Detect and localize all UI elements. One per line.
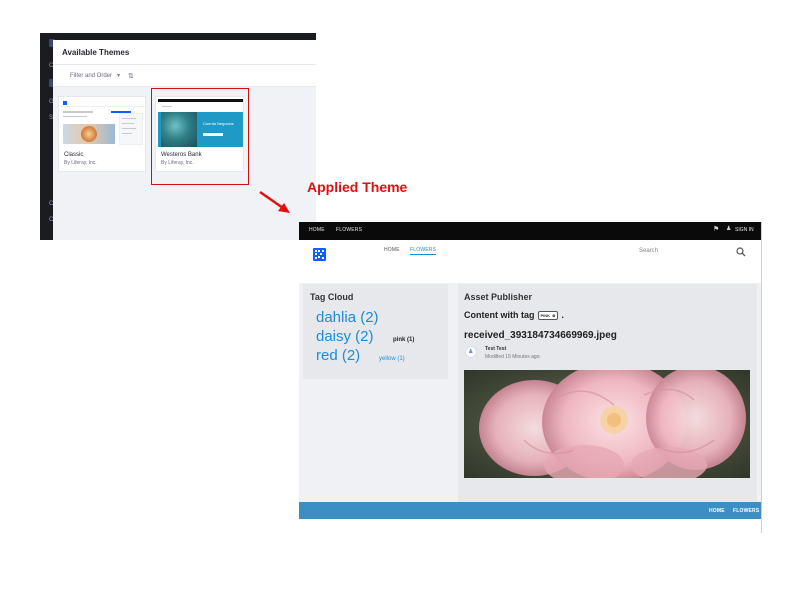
tag-red[interactable]: red (2) — [316, 347, 360, 364]
user-icon: ♟ — [468, 349, 474, 355]
asset-author: Test Test — [485, 346, 507, 352]
nav-flowers-link[interactable]: FLOWERS — [410, 247, 437, 255]
content-with-tag-label: Content with tag — [464, 310, 535, 320]
tag-pill: PINK ⊗ — [537, 310, 559, 320]
admin-sidebar: C G S C C — [40, 33, 55, 240]
footer-home-link[interactable]: HOME — [709, 508, 725, 514]
applied-site-window: HOME FLOWERS ⚑ ♟ SIGN IN HOME FLOWERS Se… — [299, 222, 762, 533]
themes-toolbar: Filter and Order ▼ ⇅ — [53, 65, 316, 87]
tag-pink[interactable]: pink (1) — [393, 337, 414, 343]
theme-card-name: Westeros Bank — [161, 152, 202, 158]
sign-in-link[interactable]: SIGN IN — [735, 227, 754, 233]
topbar-home-link[interactable]: HOME — [309, 227, 325, 233]
site-logo-icon[interactable] — [313, 248, 326, 261]
heading-period: . — [561, 310, 564, 320]
themes-modal-header: Available Themes — [53, 40, 316, 65]
dahlia-flower-image[interactable] — [464, 370, 750, 478]
asset-publisher-portlet: Asset Publisher Content with tag PINK ⊗ … — [458, 284, 757, 502]
sort-order-icon[interactable]: ⇅ — [128, 72, 134, 80]
theme-card-classic[interactable]: Classic By Liferay, Inc. — [58, 96, 146, 172]
theme-card-westeros-bank[interactable]: Cuenta Negocios Westeros Bank By Liferay… — [155, 96, 244, 172]
content-with-tag-heading: Content with tag PINK ⊗ . — [464, 310, 564, 320]
filter-and-order-dropdown[interactable]: Filter and Order ▼ — [70, 73, 121, 79]
search-icon[interactable] — [736, 247, 746, 257]
avatar: ♟ — [465, 346, 477, 358]
caret-down-icon: ▼ — [116, 73, 121, 79]
theme-card-name: Classic — [64, 152, 84, 158]
search-input[interactable]: Search — [639, 248, 658, 254]
tag-dahlia[interactable]: dahlia (2) — [316, 309, 379, 326]
tag-cloud-title: Tag Cloud — [310, 292, 354, 302]
tag-pill-label: PINK — [540, 312, 551, 318]
remove-tag-icon[interactable]: ⊗ — [552, 313, 555, 318]
westeros-theme-thumbnail: Cuenta Negocios — [158, 99, 243, 147]
topbar-flowers-link[interactable]: FLOWERS — [336, 227, 362, 233]
red-arrow-icon — [259, 190, 290, 213]
theme-card-author: By Liferay, Inc. — [161, 160, 194, 166]
language-icon[interactable]: ⚑ — [713, 225, 719, 233]
preview-hero-text: Cuenta Negocios — [203, 121, 234, 126]
site-header: HOME FLOWERS Search — [299, 240, 761, 283]
themes-modal-title: Available Themes — [62, 48, 130, 57]
site-content: Tag Cloud dahlia (2) daisy (2) red (2) p… — [299, 283, 761, 502]
user-icon: ♟ — [726, 226, 732, 232]
tag-yellow[interactable]: yellow (1) — [379, 356, 405, 362]
tag-daisy[interactable]: daisy (2) — [316, 328, 374, 345]
applied-theme-label: Applied Theme — [307, 179, 408, 195]
nav-home-link[interactable]: HOME — [384, 247, 400, 253]
asset-publisher-title: Asset Publisher — [464, 292, 533, 302]
filter-and-order-label: Filter and Order — [70, 73, 113, 79]
asset-modified-date: Modified 15 Minutes ago. — [485, 354, 541, 360]
footer-flowers-link[interactable]: FLOWERS — [733, 508, 759, 514]
palm-tree-image — [161, 112, 197, 147]
site-footer: HOME FLOWERS — [299, 502, 761, 519]
classic-theme-thumbnail — [61, 99, 145, 147]
tag-cloud-portlet: Tag Cloud dahlia (2) daisy (2) red (2) p… — [303, 284, 448, 379]
asset-title-link[interactable]: received_393184734669969.jpeg — [464, 330, 617, 341]
site-topbar: HOME FLOWERS ⚑ ♟ SIGN IN — [299, 222, 761, 240]
theme-card-author: By Liferay, Inc. — [64, 160, 97, 166]
